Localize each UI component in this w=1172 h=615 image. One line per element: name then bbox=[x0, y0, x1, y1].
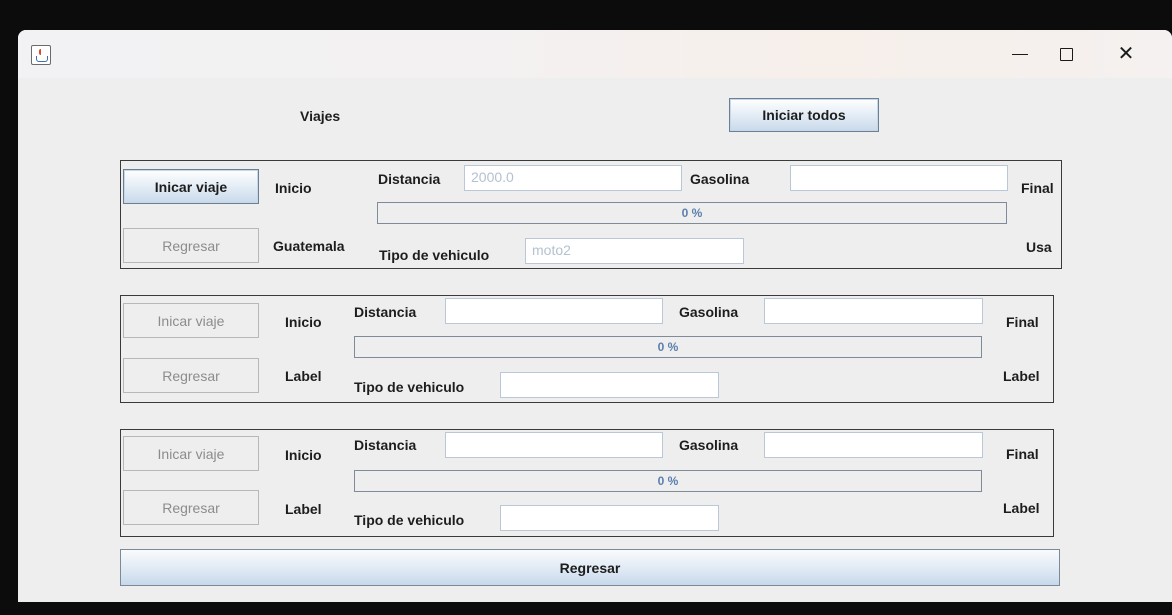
fuel-label-1: Gasolina bbox=[690, 171, 750, 187]
progress-bar-3: 0 % bbox=[354, 470, 982, 492]
progress-bar-2: 0 % bbox=[354, 336, 982, 358]
start-label-2: Inicio bbox=[285, 314, 322, 330]
fuel-input-3[interactable] bbox=[764, 432, 983, 458]
vehicle-label-3: Tipo de vehiculo bbox=[354, 512, 465, 528]
start-all-button[interactable]: Iniciar todos bbox=[729, 98, 879, 132]
vehicle-input-1[interactable]: moto2 bbox=[525, 238, 744, 264]
distance-label-3: Distancia bbox=[354, 437, 417, 453]
distance-label-2: Distancia bbox=[354, 304, 417, 320]
maximize-icon bbox=[1059, 47, 1073, 61]
java-app-icon bbox=[31, 45, 51, 65]
fuel-input-1[interactable] bbox=[790, 165, 1008, 191]
start-label-3: Inicio bbox=[285, 447, 322, 463]
vehicle-label-2: Tipo de vehiculo bbox=[354, 379, 465, 395]
destination-label-3: Label bbox=[1003, 500, 1040, 516]
vehicle-label-1: Tipo de vehiculo bbox=[379, 247, 490, 263]
end-label-2: Final bbox=[1006, 314, 1039, 330]
fuel-label-2: Gasolina bbox=[679, 304, 739, 320]
back-button-2[interactable]: Regresar bbox=[123, 358, 259, 393]
progress-bar-1: 0 % bbox=[377, 202, 1007, 224]
fuel-input-2[interactable] bbox=[764, 298, 983, 324]
bottom-back-button[interactable]: Regresar bbox=[120, 549, 1060, 586]
distance-label-1: Distancia bbox=[378, 171, 441, 187]
vehicle-input-2[interactable] bbox=[500, 372, 719, 398]
destination-label-1: Usa bbox=[1026, 239, 1052, 255]
close-icon: ✕ bbox=[1117, 43, 1135, 65]
distance-input-2[interactable] bbox=[445, 298, 663, 324]
start-trip-button-1[interactable]: Inicar viaje bbox=[123, 169, 259, 204]
back-button-3[interactable]: Regresar bbox=[123, 490, 259, 525]
minimize-button[interactable] bbox=[997, 30, 1043, 78]
fuel-label-3: Gasolina bbox=[679, 437, 739, 453]
distance-input-1[interactable]: 2000.0 bbox=[464, 165, 682, 191]
distance-input-3[interactable] bbox=[445, 432, 663, 458]
origin-label-1: Guatemala bbox=[273, 238, 345, 254]
title-bar[interactable]: ✕ bbox=[18, 30, 1172, 78]
start-label-1: Inicio bbox=[275, 180, 312, 196]
close-button[interactable]: ✕ bbox=[1103, 30, 1149, 78]
page-title: Viajes bbox=[300, 108, 341, 124]
maximize-button[interactable] bbox=[1043, 30, 1089, 78]
end-label-3: Final bbox=[1006, 446, 1039, 462]
end-label-1: Final bbox=[1021, 180, 1054, 196]
origin-label-2: Label bbox=[285, 368, 322, 384]
start-trip-button-3[interactable]: Inicar viaje bbox=[123, 436, 259, 471]
origin-label-3: Label bbox=[285, 501, 322, 517]
destination-label-2: Label bbox=[1003, 368, 1040, 384]
app-window: ✕ Viajes Iniciar todos Inicar viaje Regr… bbox=[18, 30, 1172, 602]
minimize-icon bbox=[1012, 53, 1028, 55]
start-trip-button-2[interactable]: Inicar viaje bbox=[123, 303, 259, 338]
vehicle-input-3[interactable] bbox=[500, 505, 719, 531]
back-button-1[interactable]: Regresar bbox=[123, 228, 259, 263]
